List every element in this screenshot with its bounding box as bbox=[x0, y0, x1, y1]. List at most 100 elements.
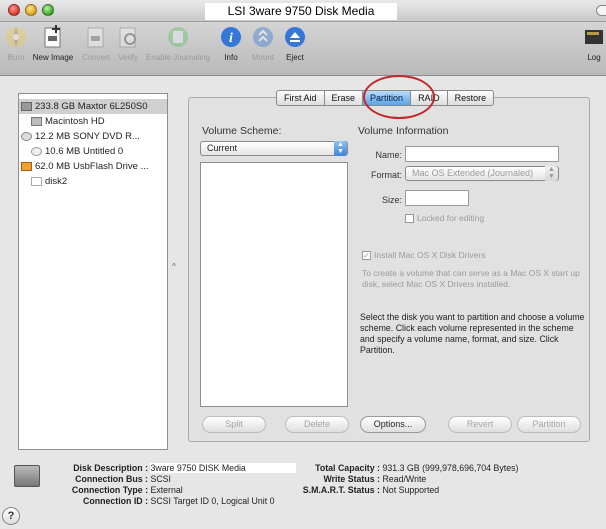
disk-description-row: Disk Description : 3ware 9750 DISK Media bbox=[64, 463, 296, 473]
format-value: Mac OS Extended (Journaled) bbox=[412, 168, 534, 178]
new-image-button[interactable]: New Image bbox=[28, 25, 78, 62]
burn-label: Burn bbox=[7, 53, 25, 62]
volume-scheme-area[interactable] bbox=[200, 162, 348, 407]
convert-button[interactable]: Convert bbox=[78, 25, 114, 62]
split-button[interactable]: Split bbox=[202, 416, 266, 433]
sidebar-item-macintosh-hd[interactable]: Macintosh HD bbox=[19, 114, 167, 129]
partition-button[interactable]: Partition bbox=[517, 416, 581, 433]
sidebar-item-label: Macintosh HD bbox=[45, 116, 105, 127]
toolbar: Burn New Image Convert Verify Enable Jou… bbox=[0, 22, 606, 76]
total-capacity-row: Total Capacity : 931.3 GB (999,978,696,7… bbox=[292, 463, 518, 473]
name-field[interactable] bbox=[405, 146, 559, 162]
connection-bus-row: Connection Bus : SCSI bbox=[64, 474, 171, 484]
verify-label: Verify bbox=[117, 53, 138, 62]
size-field[interactable] bbox=[405, 190, 469, 206]
info-icon: i bbox=[219, 25, 243, 49]
install-drivers-label: Install Mac OS X Disk Drivers bbox=[374, 250, 486, 260]
verify-icon bbox=[116, 25, 140, 49]
smart-status-value: Not Supported bbox=[382, 485, 440, 495]
name-label: Name: bbox=[375, 150, 402, 160]
zoom-window-button[interactable] bbox=[42, 4, 54, 16]
connection-bus-value: SCSI bbox=[150, 474, 171, 484]
sidebar-item-untitled-0[interactable]: 10.6 MB Untitled 0 bbox=[19, 144, 167, 159]
usb-drive-icon bbox=[21, 161, 32, 171]
volume-icon bbox=[31, 116, 42, 126]
disk-drive-icon bbox=[14, 465, 40, 487]
smart-status-row: S.M.A.R.T. Status : Not Supported bbox=[292, 485, 439, 495]
log-button[interactable]: Log bbox=[582, 25, 606, 62]
sidebar-item-usbflash-drive[interactable]: 62.0 MB UsbFlash Drive ... bbox=[19, 159, 167, 174]
connection-type-row: Connection Type : External bbox=[64, 485, 183, 495]
locked-for-editing-checkbox[interactable]: Locked for editing bbox=[405, 213, 484, 224]
connection-id-value: SCSI Target ID 0, Logical Unit 0 bbox=[150, 496, 275, 506]
write-status-row: Write Status : Read/Write bbox=[292, 474, 426, 484]
disk-description-value: 3ware 9750 DISK Media bbox=[150, 463, 296, 473]
sidebar-item-label: disk2 bbox=[45, 176, 68, 187]
write-status-key: Write Status : bbox=[323, 474, 380, 484]
connection-type-key: Connection Type : bbox=[71, 485, 148, 495]
log-label: Log bbox=[587, 53, 601, 62]
enable-journaling-button[interactable]: Enable Journaling bbox=[142, 25, 214, 62]
popup-arrows-icon: ▲ ▼ bbox=[545, 166, 558, 181]
disk-list[interactable]: 233.8 GB Maxtor 6L250S0 Macintosh HD 12.… bbox=[18, 93, 168, 450]
close-window-button[interactable] bbox=[8, 4, 20, 16]
title-bar: LSI 3ware 9750 Disk Media bbox=[0, 0, 606, 22]
connection-type-value: External bbox=[150, 485, 183, 495]
sidebar-item-label: 12.2 MB SONY DVD R... bbox=[35, 131, 140, 142]
sidebar-splitter-handle[interactable]: ^ bbox=[172, 262, 176, 271]
volume-information-label: Volume Information bbox=[358, 125, 449, 137]
enable-journaling-icon bbox=[166, 25, 190, 49]
tab-erase[interactable]: Erase bbox=[324, 90, 364, 106]
options-button[interactable]: Options... bbox=[360, 416, 426, 433]
volume-icon bbox=[31, 176, 42, 186]
delete-button[interactable]: Delete bbox=[285, 416, 349, 433]
disc-icon bbox=[31, 146, 42, 156]
sidebar-item-label: 62.0 MB UsbFlash Drive ... bbox=[35, 161, 149, 172]
burn-button[interactable]: Burn bbox=[4, 25, 28, 62]
burn-icon bbox=[4, 25, 28, 49]
info-label: Info bbox=[224, 53, 238, 62]
size-label: Size: bbox=[381, 195, 402, 205]
window-title: LSI 3ware 9750 Disk Media bbox=[205, 3, 397, 20]
toolbar-toggle-button[interactable] bbox=[596, 5, 606, 16]
convert-label: Convert bbox=[81, 53, 110, 62]
tab-restore[interactable]: Restore bbox=[447, 90, 495, 106]
format-label: Format: bbox=[370, 170, 402, 180]
total-capacity-key: Total Capacity : bbox=[315, 463, 380, 473]
locked-label: Locked for editing bbox=[417, 213, 485, 223]
eject-icon bbox=[283, 25, 307, 49]
volume-scheme-label: Volume Scheme: bbox=[202, 125, 282, 137]
new-image-icon bbox=[41, 25, 65, 49]
mount-label: Mount bbox=[251, 53, 275, 62]
drivers-note: To create a volume that can serve as a M… bbox=[362, 268, 580, 289]
sidebar-item-label: 10.6 MB Untitled 0 bbox=[45, 146, 124, 157]
volume-scheme-value: Current bbox=[207, 143, 238, 153]
verify-button[interactable]: Verify bbox=[114, 25, 142, 62]
format-popup[interactable]: Mac OS Extended (Journaled) ▲ ▼ bbox=[405, 166, 559, 181]
enable-journaling-label: Enable Journaling bbox=[145, 53, 211, 62]
disk-description-key: Disk Description : bbox=[73, 463, 148, 473]
eject-label: Eject bbox=[286, 53, 304, 62]
svg-text:i: i bbox=[229, 31, 233, 46]
info-button[interactable]: i Info bbox=[216, 25, 246, 62]
write-status-value: Read/Write bbox=[382, 474, 427, 484]
install-drivers-checkbox[interactable]: ✓ Install Mac OS X Disk Drivers bbox=[362, 250, 485, 261]
partition-instructions: Select the disk you want to partition an… bbox=[360, 312, 585, 355]
sidebar-item-disk2[interactable]: disk2 bbox=[19, 174, 167, 189]
sidebar-item-maxtor-disk[interactable]: 233.8 GB Maxtor 6L250S0 bbox=[19, 99, 167, 114]
sidebar-item-label: 233.8 GB Maxtor 6L250S0 bbox=[35, 101, 148, 112]
connection-id-key: Connection ID : bbox=[83, 496, 148, 506]
popup-arrows-icon: ▲ ▼ bbox=[334, 141, 347, 156]
mount-button[interactable]: Mount bbox=[246, 25, 280, 62]
convert-icon bbox=[84, 25, 108, 49]
tab-first-aid[interactable]: First Aid bbox=[276, 90, 325, 106]
revert-button[interactable]: Revert bbox=[448, 416, 512, 433]
new-image-label: New Image bbox=[32, 53, 74, 62]
minimize-window-button[interactable] bbox=[25, 4, 37, 16]
volume-scheme-popup[interactable]: Current ▲ ▼ bbox=[200, 141, 348, 156]
eject-button[interactable]: Eject bbox=[280, 25, 310, 62]
optical-drive-icon bbox=[21, 131, 32, 141]
sidebar-item-sony-dvd[interactable]: 12.2 MB SONY DVD R... bbox=[19, 129, 167, 144]
help-button[interactable]: ? bbox=[2, 507, 20, 525]
highlight-circle bbox=[363, 75, 435, 119]
